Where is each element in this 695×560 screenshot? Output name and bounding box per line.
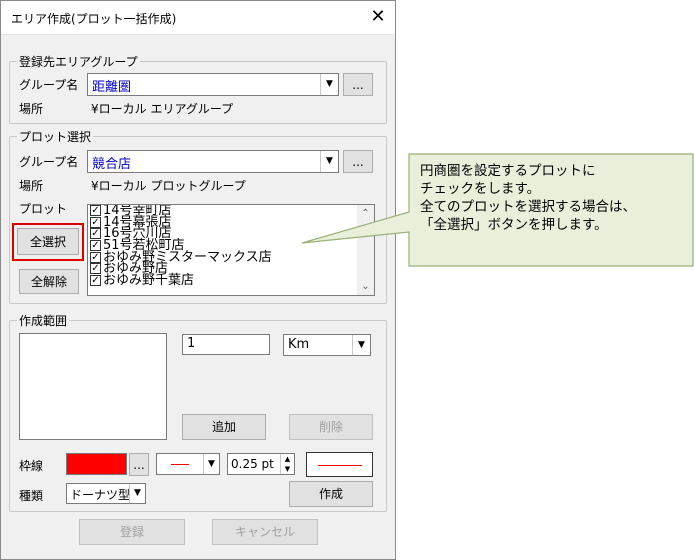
callout-line: 円商圏を設定するプロットに <box>420 163 596 179</box>
callout-line: 全てのプロットを選択する場合は、 <box>420 199 636 215</box>
callout-text: 円商圏を設定するプロットに チェックをします。 全てのプロットを選択する場合は、… <box>420 162 688 234</box>
callout-line: チェックをします。 <box>420 181 541 197</box>
callout-line: 「全選択」ボタンを押します。 <box>420 217 608 233</box>
callout-balloon <box>301 153 694 267</box>
